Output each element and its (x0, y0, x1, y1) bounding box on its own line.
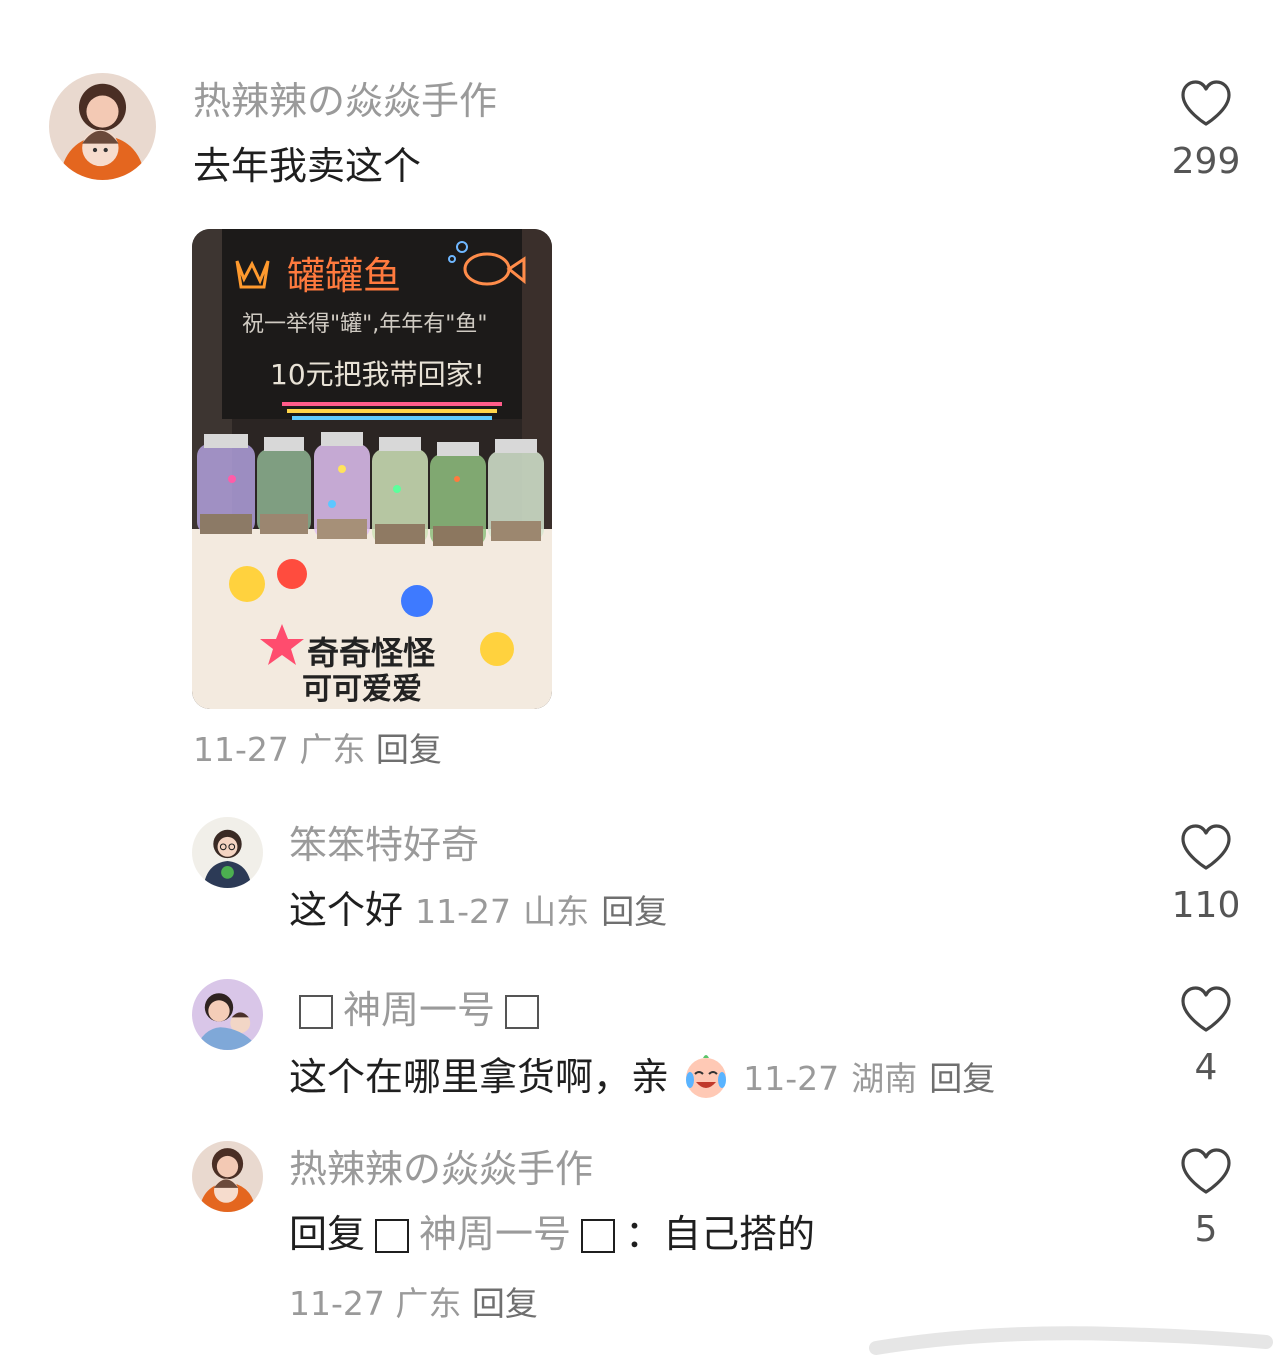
avatar[interactable] (49, 73, 156, 180)
like-button[interactable]: 110 (1166, 822, 1246, 926)
comment-thread: 热辣辣の焱焱手作 去年我卖这个 罐罐鱼 祝一举得"罐",年年有"鱼" 10元把我… (0, 0, 1284, 1370)
unsupported-glyph-box (581, 1219, 616, 1253)
comment-date: 11-27 (415, 892, 511, 931)
comment-date: 11-27 (743, 1059, 840, 1098)
like-button[interactable]: 4 (1166, 984, 1246, 1088)
avatar[interactable] (192, 817, 263, 888)
comment-text: 这个好 (289, 888, 404, 932)
heart-outline-icon (1181, 1148, 1231, 1194)
comment-photo[interactable]: 罐罐鱼 祝一举得"罐",年年有"鱼" 10元把我带回家! 奇奇怪怪 可可爱爱 (192, 229, 552, 709)
comment-meta: 11-27 广东 回复 (193, 730, 442, 770)
unsupported-glyph-box (299, 995, 333, 1029)
like-count: 110 (1171, 885, 1241, 926)
unsupported-glyph-box (505, 995, 540, 1029)
comment-location: 广东 (395, 1284, 462, 1323)
reply-button[interactable]: 回复 (472, 1284, 538, 1323)
heart-outline-icon (1181, 80, 1231, 126)
avatar[interactable] (192, 1141, 263, 1212)
like-button[interactable]: 299 (1166, 78, 1246, 182)
reply-button[interactable]: 回复 (601, 892, 667, 931)
heart-outline-icon (1181, 986, 1231, 1032)
photo-line1: 祝一举得"罐",年年有"鱼" (242, 312, 487, 337)
comment-text: 这个在哪里拿货啊，亲 (289, 1055, 670, 1099)
comment-username[interactable]: 热辣辣の焱焱手作 (193, 79, 497, 123)
photo-title: 罐罐鱼 (287, 254, 401, 298)
comment-username[interactable]: 热辣辣の焱焱手作 (289, 1147, 593, 1191)
comment-meta: 11-27 广东 回复 (289, 1284, 538, 1324)
reply-button[interactable]: 回复 (376, 730, 442, 769)
photo-line2: 10元把我带回家! (270, 358, 485, 391)
comment-date: 11-27 (193, 730, 289, 769)
comment-text: 去年我卖这个 (193, 144, 422, 188)
comment-username[interactable]: 神周一号 (343, 988, 495, 1032)
crying-laughing-emoji-icon (686, 1055, 727, 1098)
watermark-decoration (869, 1326, 1273, 1355)
comment-username[interactable]: 笨笨特好奇 (289, 823, 479, 867)
reply-prefix: 回复 (289, 1212, 366, 1256)
like-count: 4 (1194, 1047, 1218, 1088)
comment-location: 广东 (299, 730, 366, 769)
reply-button[interactable]: 回复 (929, 1059, 995, 1098)
like-count: 299 (1171, 141, 1241, 182)
comment-text-line: 回复 神周一号 ：自己搭的 (289, 1211, 815, 1257)
comment-username-line[interactable]: 神周一号 (289, 988, 549, 1032)
comment-date: 11-27 (289, 1284, 385, 1323)
like-count: 5 (1194, 1209, 1218, 1250)
reply-to-username[interactable]: 神周一号 (419, 1212, 571, 1256)
comment-location: 湖南 (851, 1059, 918, 1098)
heart-outline-icon (1181, 824, 1231, 870)
avatar[interactable] (192, 979, 263, 1050)
like-button[interactable]: 5 (1166, 1146, 1246, 1250)
unsupported-glyph-box (375, 1219, 410, 1253)
comment-text-line: 这个在哪里拿货啊，亲 11-27 湖南 回复 (289, 1050, 995, 1102)
photo-cloth1: 奇奇怪怪 (307, 634, 436, 672)
comment-text: ：自己搭的 (625, 1212, 816, 1256)
comment-text-line: 这个好 11-27 山东 回复 (289, 887, 667, 935)
photo-cloth2: 可可爱爱 (302, 672, 422, 707)
comment-location: 山东 (523, 892, 590, 931)
